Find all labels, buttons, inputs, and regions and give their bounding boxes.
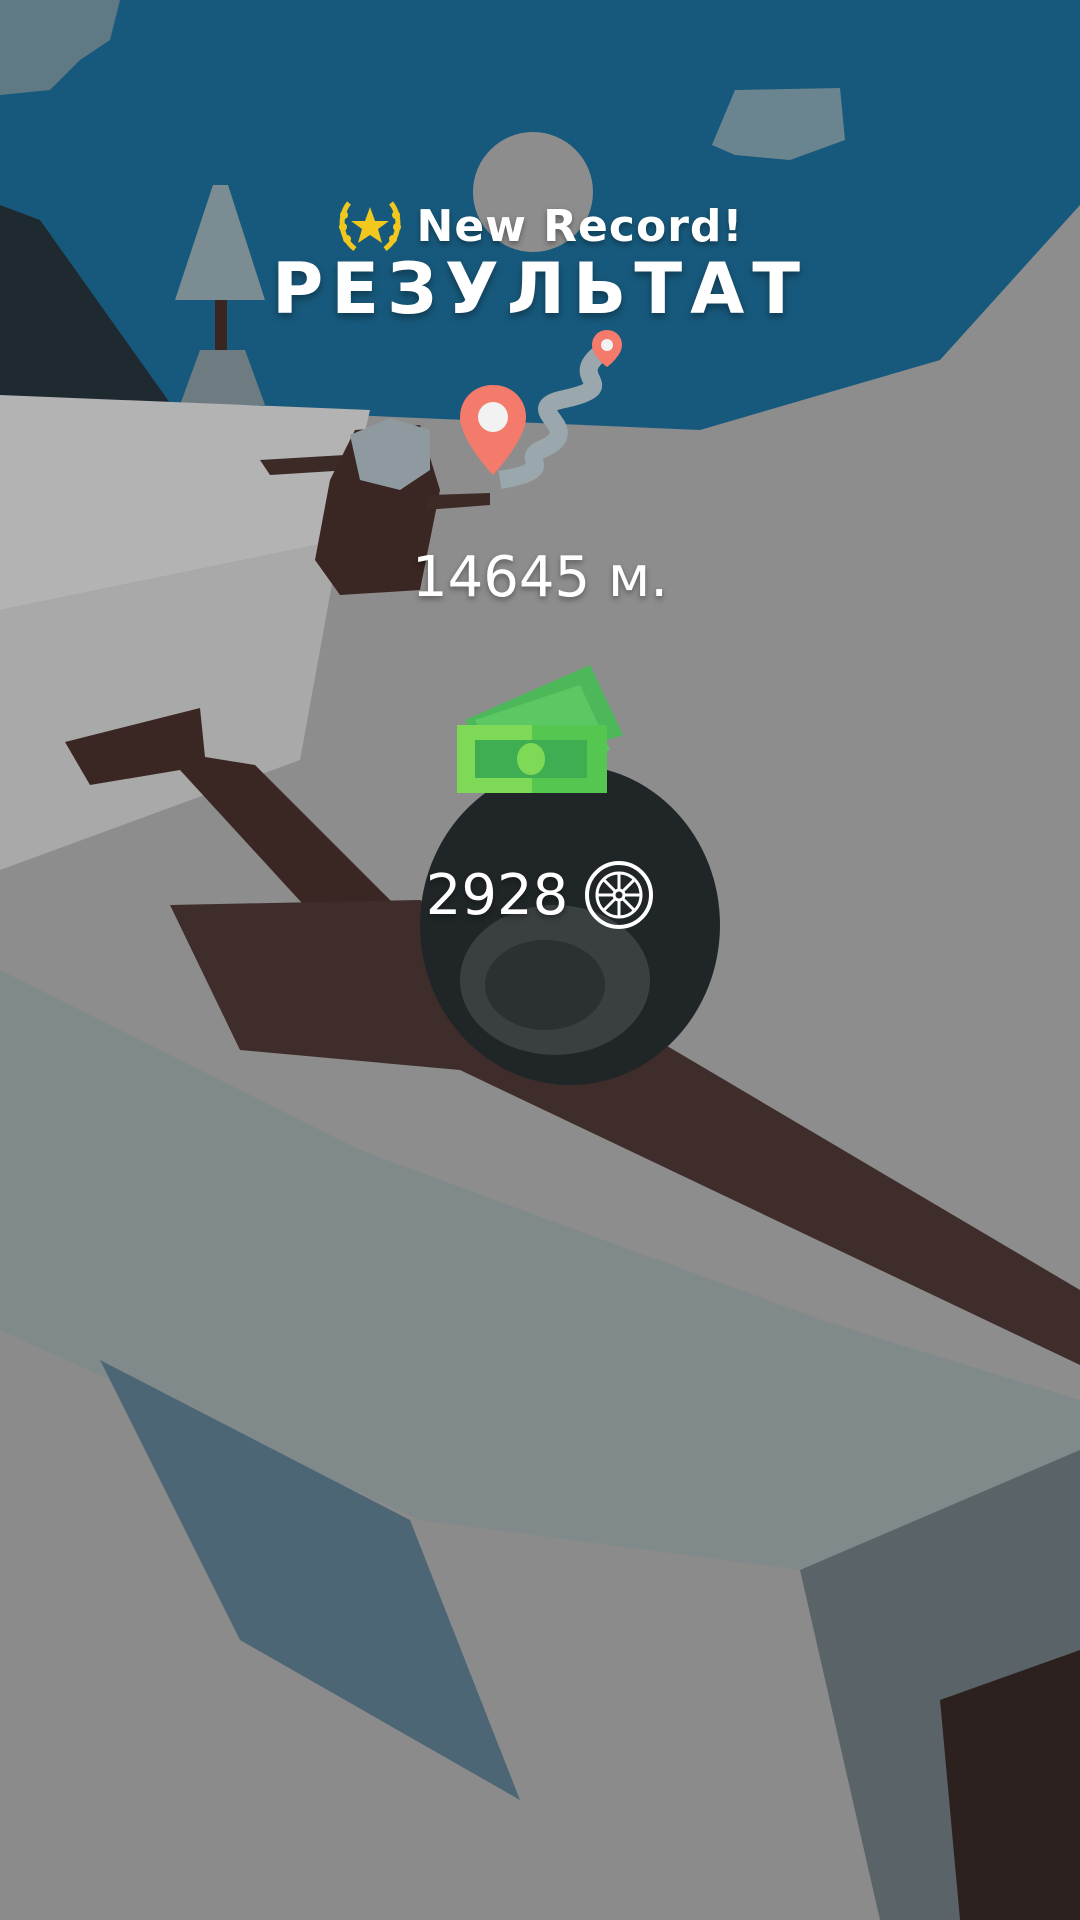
result-hud: New Record! РЕЗУЛЬТАТ 14645 м. 2928: [0, 0, 1080, 1920]
distance-value: 14645 м.: [412, 545, 668, 610]
result-title: РЕЗУЛЬТАТ: [272, 248, 808, 330]
wheel-icon: [585, 861, 654, 929]
route-pins-icon: [460, 330, 622, 475]
new-record-label: New Record!: [416, 200, 744, 252]
coins-row: 2928: [0, 860, 1080, 930]
banknotes-icon: [457, 665, 623, 793]
coins-value: 2928: [425, 862, 569, 928]
